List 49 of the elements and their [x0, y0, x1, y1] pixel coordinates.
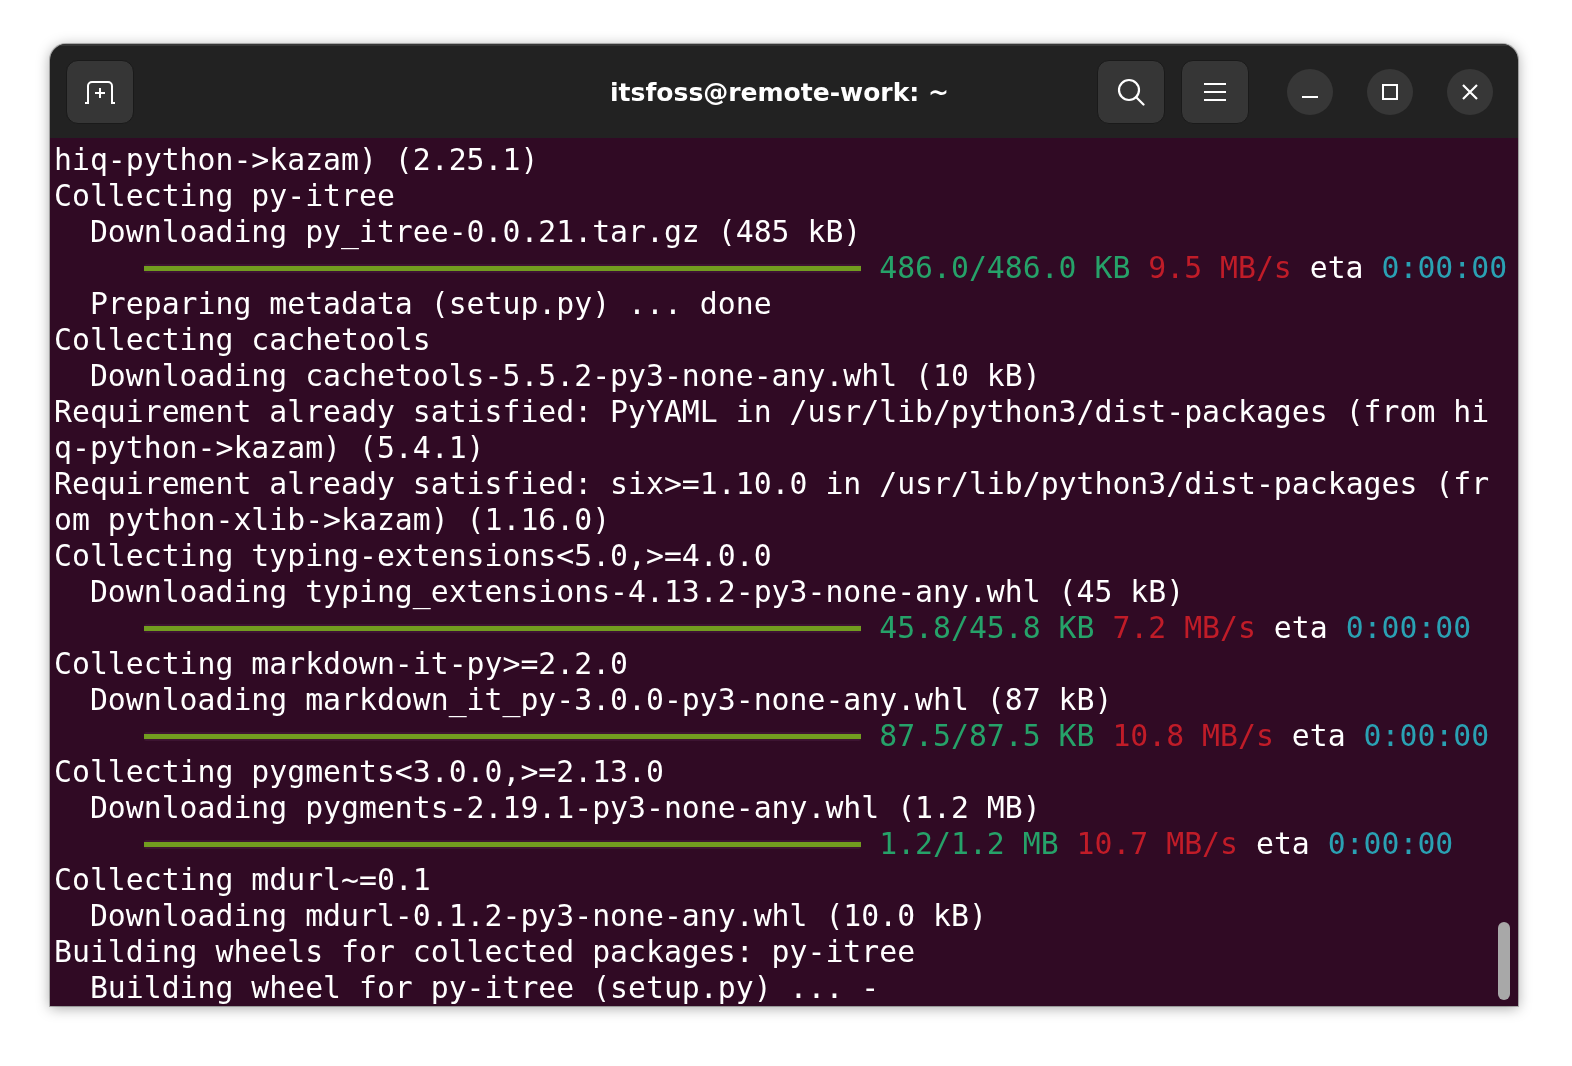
- eta-time: 0:00:00: [1327, 826, 1454, 862]
- terminal-line: Requirement already satisfied: six>=1.10.0 in /usr/lib/python3/dist-packages (fr: [54, 466, 1490, 502]
- eta-label: eta: [1309, 250, 1364, 286]
- maximize-icon: [1382, 84, 1398, 100]
- terminal-line: Building wheels for collected packages: py-itree: [54, 934, 916, 970]
- terminal-line: Downloading mdurl-0.1.2-py3-none-any.whl (10.0 kB): [89, 898, 987, 934]
- terminal-line: Building wheel for py-itree (setup.py) ... -: [89, 970, 880, 1006]
- minimize-icon: [1302, 96, 1318, 98]
- download-speed: 10.7 MB/s: [1076, 826, 1238, 862]
- eta-time: 0:00:00: [1381, 250, 1508, 286]
- terminal-line: Collecting py-itree: [54, 178, 395, 214]
- eta-label: eta: [1291, 718, 1346, 754]
- download-amount: 87.5/87.5 KB: [879, 718, 1095, 754]
- terminal-line: Preparing metadata (setup.py) ... done: [89, 286, 772, 322]
- terminal-line: Collecting typing-extensions<5.0,>=4.0.0: [54, 538, 772, 574]
- terminal-line: Requirement already satisfied: PyYAML in /usr/lib/python3/dist-packages (from hi: [54, 394, 1490, 430]
- terminal-line: Downloading pygments-2.19.1-py3-none-any.whl (1.2 MB): [89, 790, 1041, 826]
- scrollbar-thumb[interactable]: [1498, 922, 1510, 1000]
- terminal-line: Downloading markdown_it_py-3.0.0-py3-none-any.whl (87 kB): [89, 682, 1113, 718]
- terminal-line: Downloading py_itree-0.0.21.tar.gz (485 kB): [89, 214, 862, 250]
- eta-time: 0:00:00: [1345, 610, 1472, 646]
- new-tab-button[interactable]: [66, 60, 134, 124]
- close-button[interactable]: [1447, 69, 1493, 115]
- download-speed: 10.8 MB/s: [1112, 718, 1274, 754]
- terminal-line: Collecting markdown-it-py>=2.2.0: [54, 646, 629, 682]
- menu-button[interactable]: [1181, 60, 1249, 124]
- terminal-line: om python-xlib->kazam) (1.16.0): [54, 502, 611, 538]
- menu-icon: [1204, 83, 1226, 101]
- eta-time: 0:00:00: [1363, 718, 1490, 754]
- maximize-button[interactable]: [1367, 69, 1413, 115]
- eta-label: eta: [1273, 610, 1328, 646]
- terminal-line: hiq-python->kazam) (2.25.1): [54, 142, 539, 178]
- search-icon: [1117, 78, 1145, 106]
- download-amount: 486.0/486.0 KB: [879, 250, 1131, 286]
- download-amount: 45.8/45.8 KB: [879, 610, 1095, 646]
- terminal-line: Downloading cachetools-5.5.2-py3-none-any.whl (10 kB): [89, 358, 1041, 394]
- close-icon: [1462, 84, 1478, 100]
- window-title: itsfoss@remote-work: ~: [610, 77, 949, 107]
- new-tab-icon: [84, 80, 116, 104]
- terminal-line: Collecting cachetools: [54, 322, 431, 358]
- terminal-line: q-python->kazam) (5.4.1): [54, 430, 485, 466]
- download-speed: 9.5 MB/s: [1148, 250, 1292, 286]
- terminal-line: Collecting mdurl~=0.1: [54, 862, 431, 898]
- search-button[interactable]: [1097, 60, 1165, 124]
- terminal-line: Collecting pygments<3.0.0,>=2.13.0: [54, 754, 664, 790]
- terminal-line: Downloading typing_extensions-4.13.2-py3-none-any.whl (45 kB): [89, 574, 1185, 610]
- eta-label: eta: [1255, 826, 1310, 862]
- download-speed: 7.2 MB/s: [1112, 610, 1256, 646]
- download-amount: 1.2/1.2 MB: [879, 826, 1059, 862]
